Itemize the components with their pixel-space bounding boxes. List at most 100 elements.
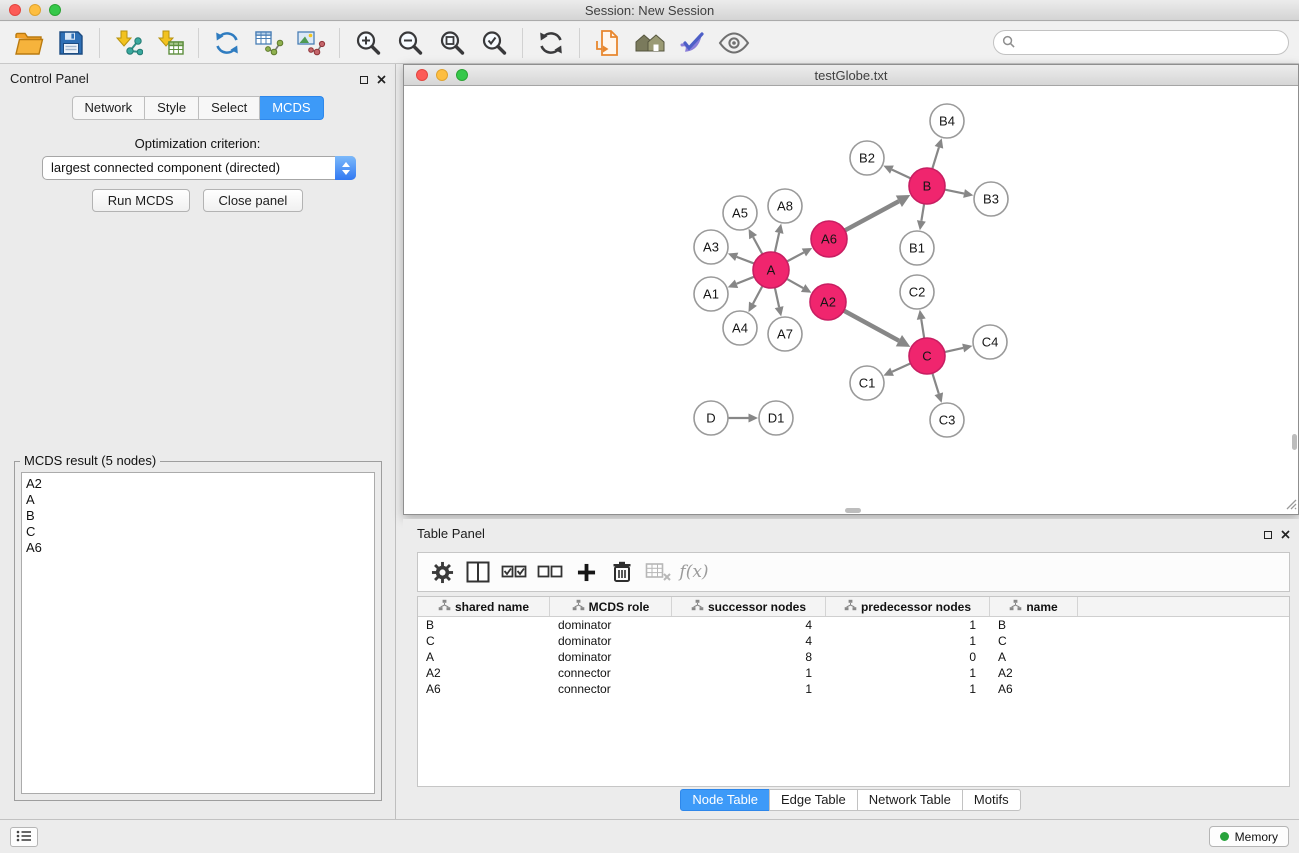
close-panel-button[interactable]: Close panel bbox=[203, 189, 304, 212]
cell-name[interactable]: A bbox=[990, 649, 1078, 665]
edge-D-D1[interactable] bbox=[728, 414, 758, 423]
edge-A-A8[interactable] bbox=[775, 224, 784, 253]
cell-name[interactable]: A6 bbox=[990, 681, 1078, 697]
cell-predecessor-nodes[interactable]: 1 bbox=[826, 665, 990, 681]
result-item-a2[interactable]: A2 bbox=[26, 476, 370, 492]
node-A6[interactable]: A6 bbox=[811, 221, 847, 257]
tab-select[interactable]: Select bbox=[199, 96, 260, 120]
column-header-successor-nodes[interactable]: successor nodes bbox=[672, 597, 826, 616]
edge-A2-C[interactable] bbox=[844, 311, 911, 347]
tab-motifs[interactable]: Motifs bbox=[962, 789, 1021, 811]
node-C3[interactable]: C3 bbox=[930, 403, 964, 437]
settings-gear-icon[interactable] bbox=[427, 556, 457, 588]
edge-A6-B[interactable] bbox=[845, 195, 910, 230]
node-C4[interactable]: C4 bbox=[973, 325, 1007, 359]
edge-A-A1[interactable] bbox=[728, 277, 755, 288]
import-table-icon[interactable] bbox=[153, 25, 187, 61]
network-zoom-button[interactable] bbox=[456, 69, 468, 81]
edge-A-A7[interactable] bbox=[775, 288, 784, 317]
tab-network[interactable]: Network bbox=[71, 96, 145, 120]
cell-mcds-role[interactable]: connector bbox=[550, 665, 672, 681]
node-B1[interactable]: B1 bbox=[900, 231, 934, 265]
edge-C-C3[interactable] bbox=[932, 373, 943, 403]
document-arrow-icon[interactable] bbox=[591, 25, 625, 61]
edge-A-A4[interactable] bbox=[748, 286, 762, 312]
edge-C-C1[interactable] bbox=[883, 363, 910, 375]
zoom-fit-icon[interactable] bbox=[435, 25, 469, 61]
table-row[interactable]: Adominator80A bbox=[418, 649, 1289, 665]
search-box[interactable] bbox=[993, 30, 1289, 55]
node-A4[interactable]: A4 bbox=[723, 311, 757, 345]
cell-mcds-role[interactable]: connector bbox=[550, 681, 672, 697]
node-D[interactable]: D bbox=[694, 401, 728, 435]
columns-icon[interactable] bbox=[463, 556, 493, 588]
zoom-selected-icon[interactable] bbox=[477, 25, 511, 61]
close-table-panel-icon[interactable] bbox=[1281, 527, 1290, 542]
edge-C-C4[interactable] bbox=[945, 344, 973, 353]
cell-successor-nodes[interactable]: 4 bbox=[672, 617, 826, 633]
eye-icon[interactable] bbox=[717, 25, 751, 61]
tab-network-table[interactable]: Network Table bbox=[857, 789, 963, 811]
node-B3[interactable]: B3 bbox=[974, 182, 1008, 216]
edge-A-A3[interactable] bbox=[728, 253, 754, 264]
column-header-shared-name[interactable]: shared name bbox=[418, 597, 550, 616]
table-row[interactable]: Bdominator41B bbox=[418, 617, 1289, 633]
node-C2[interactable]: C2 bbox=[900, 275, 934, 309]
cell-predecessor-nodes[interactable]: 1 bbox=[826, 681, 990, 697]
add-row-icon[interactable] bbox=[571, 556, 601, 588]
save-floppy-icon[interactable] bbox=[54, 25, 88, 61]
result-item-a[interactable]: A bbox=[26, 492, 370, 508]
node-B2[interactable]: B2 bbox=[850, 141, 884, 175]
cell-mcds-role[interactable]: dominator bbox=[550, 617, 672, 633]
edge-A-A5[interactable] bbox=[749, 229, 763, 254]
cell-successor-nodes[interactable]: 4 bbox=[672, 633, 826, 649]
memory-button[interactable]: Memory bbox=[1209, 826, 1289, 847]
column-header-mcds-role[interactable]: MCDS role bbox=[550, 597, 672, 616]
cell-mcds-role[interactable]: dominator bbox=[550, 649, 672, 665]
tab-node-table[interactable]: Node Table bbox=[680, 789, 770, 811]
criterion-dropdown[interactable]: largest connected component (directed) bbox=[42, 156, 356, 180]
cell-shared-name[interactable]: B bbox=[418, 617, 550, 633]
zoom-out-icon[interactable] bbox=[393, 25, 427, 61]
network-minimize-button[interactable] bbox=[436, 69, 448, 81]
cell-mcds-role[interactable]: dominator bbox=[550, 633, 672, 649]
node-A7[interactable]: A7 bbox=[768, 317, 802, 351]
tab-edge-table[interactable]: Edge Table bbox=[769, 789, 858, 811]
node-C[interactable]: C bbox=[909, 338, 945, 374]
cell-shared-name[interactable]: A bbox=[418, 649, 550, 665]
check-swoosh-icon[interactable] bbox=[675, 25, 709, 61]
cell-successor-nodes[interactable]: 1 bbox=[672, 681, 826, 697]
run-mcds-button[interactable]: Run MCDS bbox=[92, 189, 190, 212]
network-close-button[interactable] bbox=[416, 69, 428, 81]
cell-name[interactable]: B bbox=[990, 617, 1078, 633]
vertical-scrollbar[interactable] bbox=[1292, 434, 1297, 450]
table-row[interactable]: A6connector11A6 bbox=[418, 681, 1289, 697]
node-D1[interactable]: D1 bbox=[759, 401, 793, 435]
float-panel-icon[interactable] bbox=[360, 76, 368, 84]
import-network-icon[interactable] bbox=[111, 25, 145, 61]
refresh-icon[interactable] bbox=[534, 25, 568, 61]
network-canvas[interactable]: B4B2BB3A5A8A6A3B1AC2A1A2A4A7C4CC1C3DD1 bbox=[404, 87, 1298, 514]
edge-B-B2[interactable] bbox=[883, 166, 910, 179]
delete-row-icon[interactable] bbox=[607, 556, 637, 588]
dropdown-stepper-icon[interactable] bbox=[335, 156, 356, 180]
cell-shared-name[interactable]: A2 bbox=[418, 665, 550, 681]
deselect-all-icon[interactable] bbox=[535, 556, 565, 588]
open-folder-icon[interactable] bbox=[12, 25, 46, 61]
select-all-icon[interactable] bbox=[499, 556, 529, 588]
search-input[interactable] bbox=[1020, 35, 1280, 50]
node-A[interactable]: A bbox=[753, 252, 789, 288]
cell-successor-nodes[interactable]: 8 bbox=[672, 649, 826, 665]
node-B[interactable]: B bbox=[909, 168, 945, 204]
float-table-panel-icon[interactable] bbox=[1264, 531, 1272, 539]
horizontal-scrollbar[interactable] bbox=[845, 508, 861, 513]
edge-A-A2[interactable] bbox=[787, 279, 812, 293]
cell-name[interactable]: A2 bbox=[990, 665, 1078, 681]
network-window-titlebar[interactable]: testGlobe.txt bbox=[404, 65, 1298, 86]
zoom-in-icon[interactable] bbox=[351, 25, 385, 61]
edge-C-C2[interactable] bbox=[917, 310, 926, 338]
homes-icon[interactable] bbox=[633, 25, 667, 61]
edge-B-B1[interactable] bbox=[917, 204, 926, 230]
node-B4[interactable]: B4 bbox=[930, 104, 964, 138]
network-table-icon[interactable] bbox=[252, 25, 286, 61]
